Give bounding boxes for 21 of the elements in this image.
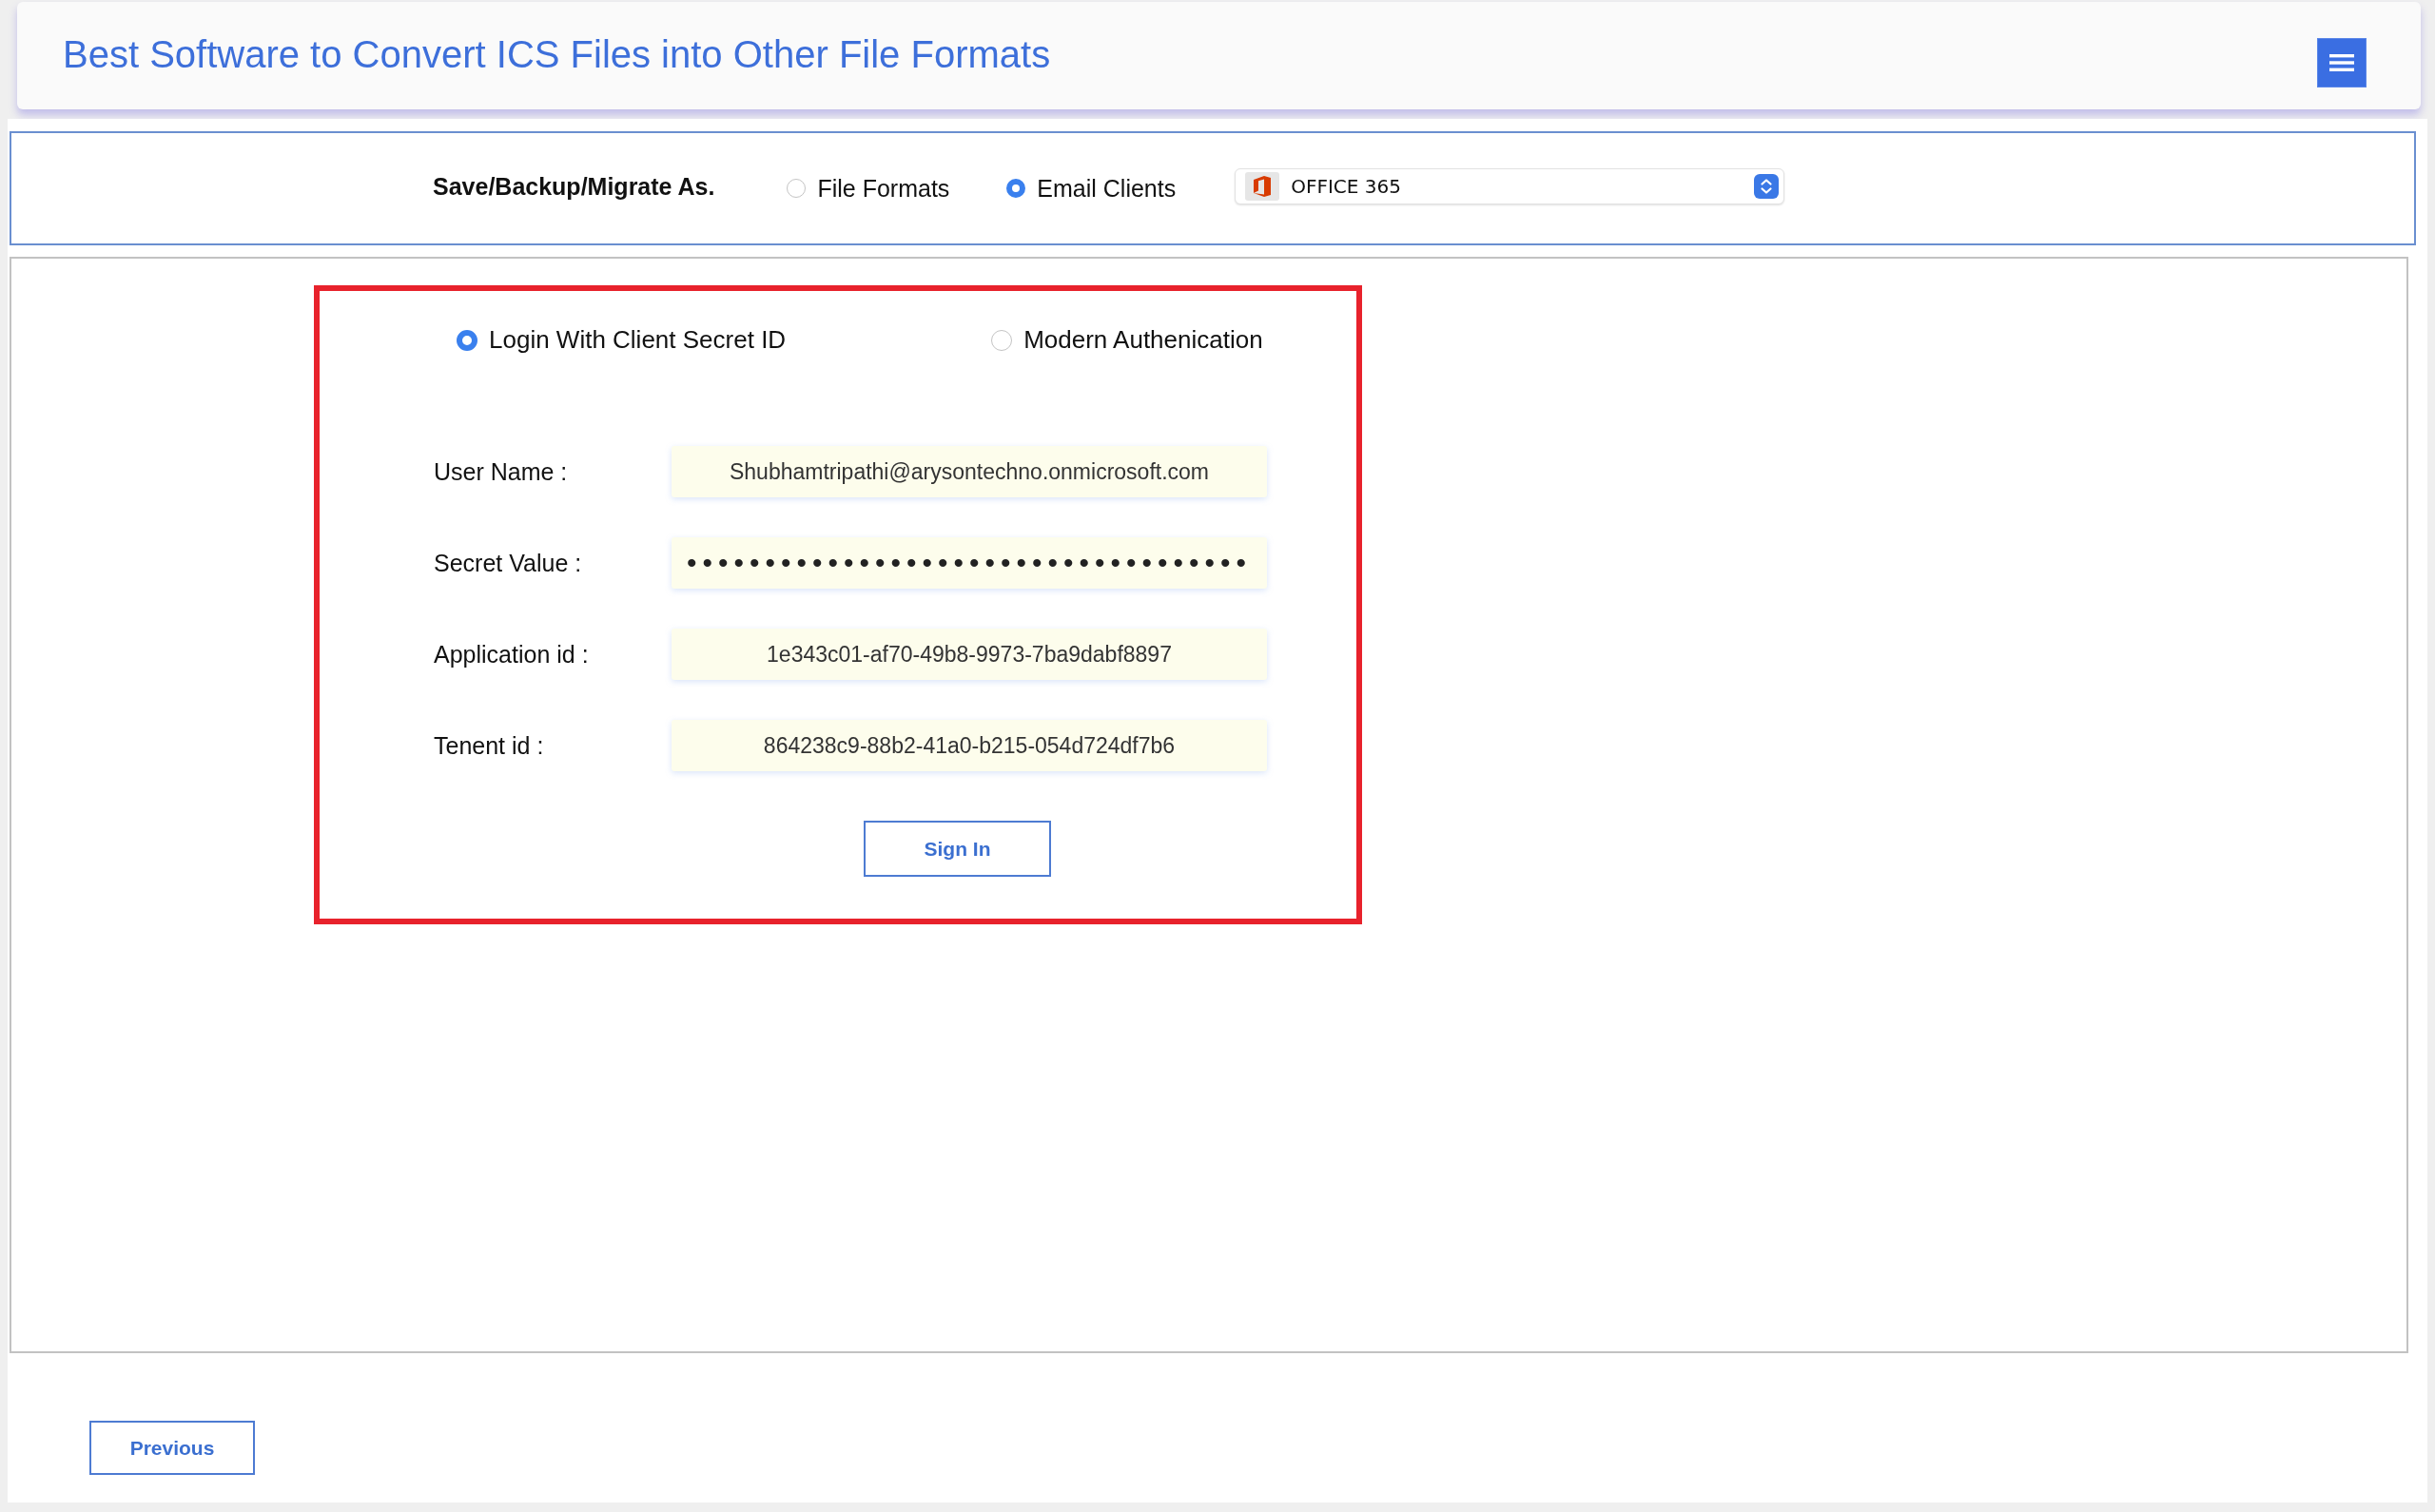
field-label: User Name : (434, 457, 569, 486)
previous-button[interactable]: Previous (89, 1421, 255, 1475)
input-field[interactable]: •••••••••••••••••••••••••••••••••••• (672, 537, 1267, 589)
sign-in-button[interactable]: Sign In (864, 821, 1051, 877)
login-method-radio-option[interactable]: Login With Client Secret ID (457, 325, 787, 355)
format-radio-option[interactable]: File Formats (787, 174, 950, 203)
office-logo-icon (1245, 172, 1280, 201)
field-label: Secret Value : (434, 549, 583, 577)
input-field[interactable]: 1e343c01-af70-49b8-9973-7ba9dabf8897 (672, 629, 1267, 680)
client-dropdown[interactable]: OFFICE 365 (1235, 168, 1785, 204)
login-method-radio-option[interactable]: Modern Authenication (991, 325, 1263, 355)
input-field[interactable]: 864238c9-88b2-41a0-b215-054d724df7b6 (672, 720, 1267, 771)
field-label: Tenent id : (434, 731, 545, 760)
format-radio-option[interactable]: Email Clients (1006, 174, 1177, 203)
page-title: Best Software to Convert ICS Files into Other File Formats (63, 33, 1051, 76)
save-as-label: Save/Backup/Migrate As. (433, 172, 715, 201)
menu-button[interactable] (2317, 37, 2367, 87)
menu-icon (2329, 53, 2354, 71)
input-field[interactable]: Shubhamtripathi@arysontechno.onmicrosoft.com (672, 446, 1267, 497)
stepper-arrows-icon (1754, 174, 1780, 199)
field-label: Application id : (434, 640, 590, 669)
